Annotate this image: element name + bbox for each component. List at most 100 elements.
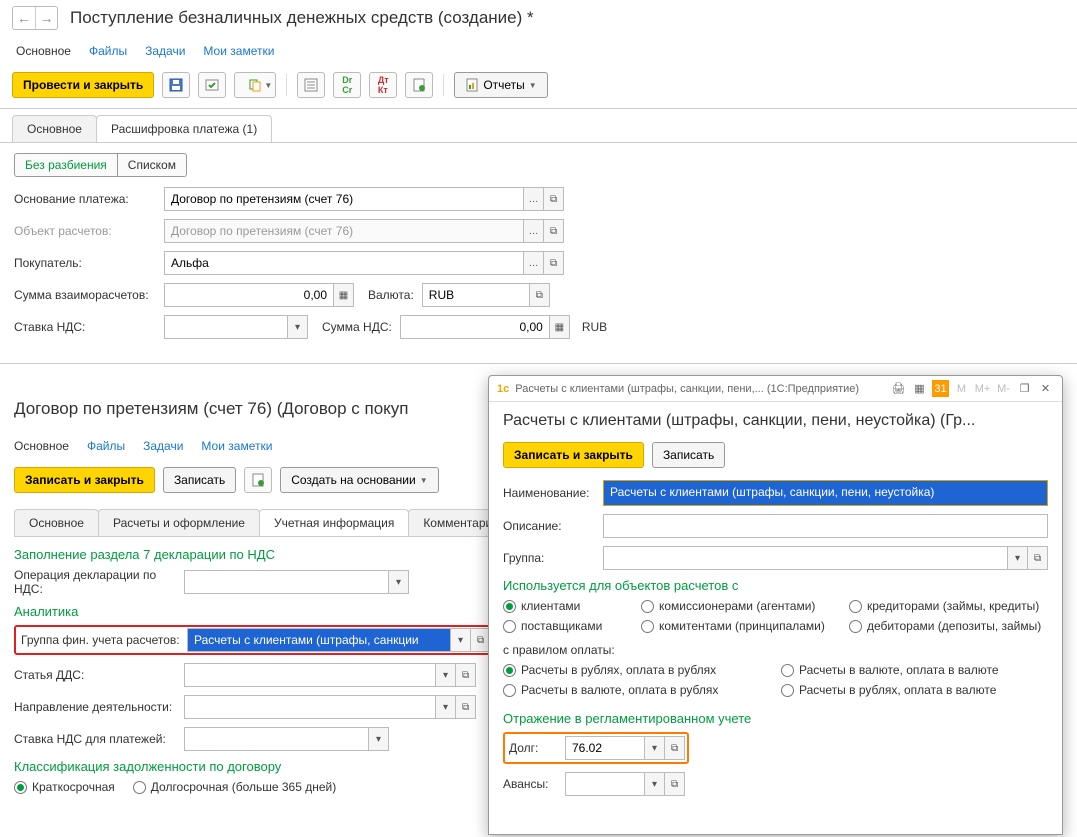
dropdown-button[interactable]: ▾ xyxy=(451,628,471,652)
radio-label: комитентами (принципалами) xyxy=(659,619,825,633)
tab-main[interactable]: Основное xyxy=(14,509,99,536)
activity-input[interactable] xyxy=(184,695,436,719)
name-label: Наименование: xyxy=(503,486,603,500)
radio-label: Долгосрочная (больше 365 дней) xyxy=(151,780,336,794)
nav-files[interactable]: Файлы xyxy=(87,439,125,453)
nav-files[interactable]: Файлы xyxy=(89,44,127,58)
radio-short-term[interactable]: Краткосрочная xyxy=(14,780,115,794)
radio-creditors[interactable]: кредиторами (займы, кредиты) xyxy=(849,599,1039,613)
currency-input[interactable] xyxy=(422,283,530,307)
vat-pay-input[interactable] xyxy=(184,727,369,751)
debt-input[interactable] xyxy=(565,736,645,760)
radio-suppliers[interactable]: поставщиками xyxy=(503,619,623,633)
tab-accounting[interactable]: Учетная информация xyxy=(259,509,409,536)
open-button[interactable]: ⧉ xyxy=(665,772,685,796)
radio-icon xyxy=(503,600,516,613)
dropdown-button[interactable]: ▾ xyxy=(1008,546,1028,570)
post-and-close-button[interactable]: Провести и закрыть xyxy=(12,72,154,98)
radio-long-term[interactable]: Долгосрочная (больше 365 дней) xyxy=(133,780,336,794)
reports-button[interactable]: Отчеты ▼ xyxy=(454,72,547,98)
attach-icon-button[interactable] xyxy=(405,72,433,98)
mem-mminus-icon[interactable]: M- xyxy=(995,380,1012,397)
back-button[interactable]: ← xyxy=(13,7,35,29)
modal-save-close-button[interactable]: Записать и закрыть xyxy=(503,442,644,468)
nav-notes[interactable]: Мои заметки xyxy=(203,44,274,58)
save-close-button[interactable]: Записать и закрыть xyxy=(14,467,155,493)
nav-tasks[interactable]: Задачи xyxy=(145,44,185,58)
radio-val-val[interactable]: Расчеты в валюте, оплата в валюте xyxy=(781,663,999,677)
calendar-icon[interactable]: 31 xyxy=(932,380,949,397)
radio-clients[interactable]: клиентами xyxy=(503,599,623,613)
dropdown-button[interactable]: ▾ xyxy=(389,570,409,594)
calc-icon[interactable]: ▦ xyxy=(911,380,928,397)
radio-rub-rub[interactable]: Расчеты в рублях, оплата в рублях xyxy=(503,663,763,677)
register-icon-button[interactable] xyxy=(297,72,325,98)
open-button[interactable]: ⧉ xyxy=(544,219,564,243)
drcr-icon-button[interactable]: DrCr xyxy=(333,72,361,98)
vat-rate-input[interactable] xyxy=(164,315,288,339)
open-button[interactable]: ⧉ xyxy=(665,736,685,760)
tab-decode[interactable]: Расшифровка платежа (1) xyxy=(96,115,272,142)
forward-button[interactable]: → xyxy=(35,7,57,29)
nav-tasks[interactable]: Задачи xyxy=(143,439,183,453)
radio-rub-val[interactable]: Расчеты в рублях, оплата в валюте xyxy=(781,683,996,697)
calc-button[interactable]: ▦ xyxy=(550,315,570,339)
select-button[interactable]: … xyxy=(524,251,544,275)
group-input[interactable]: Расчеты с клиентами (штрафы, санкции xyxy=(187,628,451,652)
radio-commissioners[interactable]: комиссионерами (агентами) xyxy=(641,599,831,613)
open-button[interactable]: ⧉ xyxy=(544,251,564,275)
name-input[interactable]: Расчеты с клиентами (штрафы, санкции, пе… xyxy=(604,481,1047,505)
decl-op-input[interactable] xyxy=(184,570,389,594)
mode-nosplit[interactable]: Без разбиения xyxy=(14,153,118,177)
sum-input[interactable] xyxy=(164,283,334,307)
row-object: Объект расчетов: … ⧉ xyxy=(14,219,1063,243)
floppy-icon xyxy=(169,78,183,92)
reg-header: Отражение в регламентированном учете xyxy=(503,711,1048,726)
dds-input[interactable] xyxy=(184,663,436,687)
radio-debitors[interactable]: дебиторами (депозиты, займы) xyxy=(849,619,1041,633)
save-icon-button[interactable] xyxy=(162,72,190,98)
open-button[interactable]: ⧉ xyxy=(456,663,476,687)
mem-mplus-icon[interactable]: M+ xyxy=(974,380,991,397)
restore-icon[interactable]: ❐ xyxy=(1016,380,1033,397)
save-button[interactable]: Записать xyxy=(163,467,236,493)
post-icon-button[interactable] xyxy=(198,72,226,98)
nav-notes[interactable]: Мои заметки xyxy=(201,439,272,453)
nav-main[interactable]: Основное xyxy=(16,44,71,58)
desc-input[interactable] xyxy=(603,514,1048,538)
dtkt-icon-button[interactable]: ДтКт xyxy=(369,72,397,98)
nav-main[interactable]: Основное xyxy=(14,439,69,453)
dropdown-button[interactable]: ▾ xyxy=(369,727,389,751)
open-button[interactable]: ⧉ xyxy=(544,187,564,211)
dropdown-button[interactable]: ▾ xyxy=(288,315,308,339)
radio-committents[interactable]: комитентами (принципалами) xyxy=(641,619,831,633)
dropdown-button[interactable]: ▾ xyxy=(436,663,456,687)
vat-sum-input[interactable] xyxy=(400,315,550,339)
select-button[interactable]: … xyxy=(524,187,544,211)
print-icon[interactable]: 🖨 xyxy=(890,380,907,397)
open-button[interactable]: ⧉ xyxy=(456,695,476,719)
close-icon[interactable]: ✕ xyxy=(1037,380,1054,397)
select-button[interactable]: … xyxy=(524,219,544,243)
open-button[interactable]: ⧉ xyxy=(1028,546,1048,570)
basis-input[interactable] xyxy=(164,187,524,211)
modal-heading: Расчеты с клиентами (штрафы, санкции, пе… xyxy=(489,402,1062,434)
create-on-basis-button[interactable]: ▼ xyxy=(234,72,276,98)
advance-input[interactable] xyxy=(565,772,645,796)
tab-calc[interactable]: Расчеты и оформление xyxy=(98,509,260,536)
modal-save-button[interactable]: Записать xyxy=(652,442,725,468)
buyer-input[interactable] xyxy=(164,251,524,275)
mode-list[interactable]: Списком xyxy=(118,153,187,177)
open-button[interactable]: ⧉ xyxy=(530,283,550,307)
dropdown-button[interactable]: ▾ xyxy=(645,736,665,760)
group-input[interactable] xyxy=(603,546,1008,570)
dropdown-button[interactable]: ▾ xyxy=(436,695,456,719)
attach-icon-button[interactable] xyxy=(244,467,272,493)
mem-m-icon[interactable]: M xyxy=(953,380,970,397)
dropdown-button[interactable]: ▾ xyxy=(645,772,665,796)
radio-label: Расчеты в валюте, оплата в валюте xyxy=(799,663,999,677)
radio-val-rub[interactable]: Расчеты в валюте, оплата в рублях xyxy=(503,683,763,697)
create-on-basis-button[interactable]: Создать на основании ▼ xyxy=(280,467,438,493)
tab-main[interactable]: Основное xyxy=(12,115,97,142)
calc-button[interactable]: ▦ xyxy=(334,283,354,307)
